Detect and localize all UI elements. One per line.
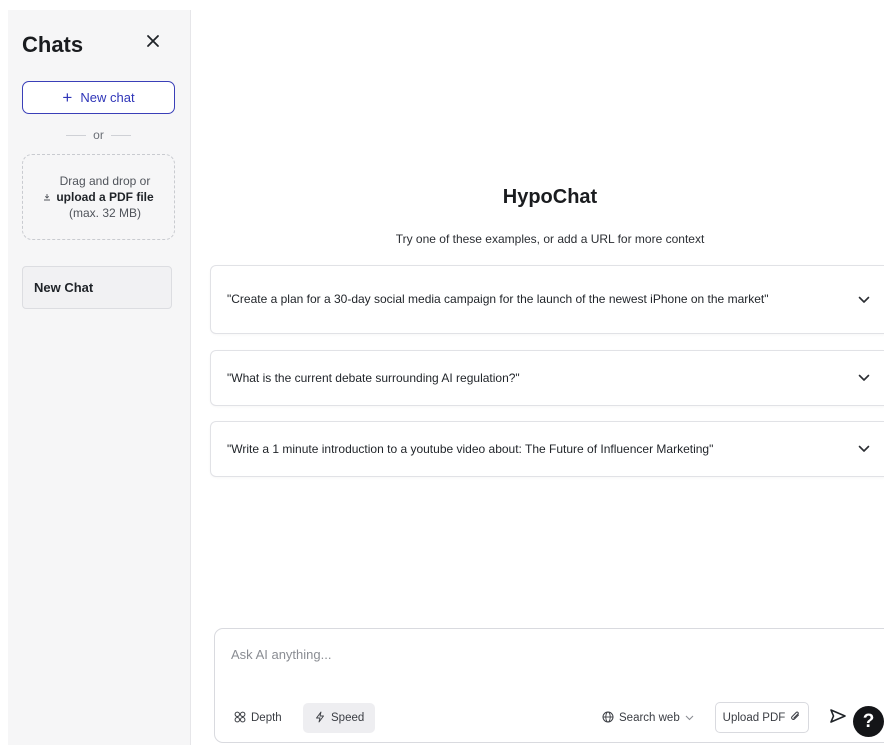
lightning-icon: [314, 711, 326, 726]
speed-mode-button[interactable]: Speed: [303, 703, 376, 733]
chevron-down-icon[interactable]: [857, 293, 871, 307]
help-button[interactable]: ?: [853, 706, 884, 737]
divider-line: [66, 134, 87, 136]
speed-label: Speed: [331, 712, 365, 724]
search-web-dropdown[interactable]: Search web: [602, 703, 694, 733]
globe-icon: [602, 711, 614, 726]
dropzone-line-1: Drag and drop or: [59, 174, 151, 188]
new-chat-button[interactable]: + New chat: [22, 81, 175, 114]
upload-pdf-button[interactable]: Upload PDF: [715, 702, 809, 733]
chevron-down-icon[interactable]: [857, 442, 871, 456]
sidebar-title: Chats: [22, 32, 84, 57]
example-prompt-card[interactable]: "What is the current debate surrounding …: [210, 350, 884, 406]
or-divider: or: [22, 128, 175, 142]
example-prompt-card[interactable]: "Write a 1 minute introduction to a yout…: [210, 421, 884, 477]
chat-list-item[interactable]: New Chat: [22, 266, 172, 309]
chevron-down-icon: [685, 712, 694, 724]
depth-label: Depth: [251, 712, 282, 724]
example-prompt-card[interactable]: "Create a plan for a 30-day social media…: [210, 265, 884, 334]
upload-pdf-label: Upload PDF: [722, 711, 786, 724]
ask-ai-input[interactable]: [231, 645, 791, 663]
pdf-dropzone[interactable]: Drag and drop or upload a PDF file (max.…: [22, 154, 175, 240]
upload-icon: [43, 188, 51, 206]
divider-line: [110, 134, 131, 136]
send-icon: [829, 708, 847, 729]
send-button[interactable]: [827, 708, 849, 728]
chevron-down-icon[interactable]: [857, 371, 871, 385]
message-composer: Depth Speed Search web: [214, 628, 884, 743]
app-root: Chats + New chat or Drag and drop or upl…: [0, 0, 884, 755]
search-web-label: Search web: [619, 712, 680, 724]
example-prompt-text: "Create a plan for a 30-day social media…: [227, 292, 769, 306]
or-label: or: [93, 128, 104, 142]
dropzone-text: Drag and drop or upload a PDF file (max.…: [56, 173, 153, 221]
paperclip-icon: [790, 711, 801, 725]
depth-icon: [234, 711, 246, 726]
depth-mode-button[interactable]: Depth: [223, 703, 293, 733]
close-sidebar-button[interactable]: [142, 32, 164, 54]
dropzone-limit: (max. 32 MB): [68, 206, 141, 220]
dropzone-upload-link[interactable]: upload a PDF file: [56, 189, 153, 205]
plus-icon: +: [62, 88, 73, 107]
sidebar: Chats + New chat or Drag and drop or upl…: [8, 10, 191, 745]
example-prompt-text: "What is the current debate surrounding …: [227, 370, 520, 385]
dropzone-content: Drag and drop or upload a PDF file (max.…: [43, 173, 154, 221]
close-icon: [146, 34, 160, 53]
app-title: HypoChat: [502, 186, 598, 208]
examples-subtitle: Try one of these examples, or add a URL …: [395, 232, 705, 246]
example-prompt-text: "Write a 1 minute introduction to a yout…: [227, 441, 714, 456]
new-chat-label: New chat: [80, 90, 135, 105]
